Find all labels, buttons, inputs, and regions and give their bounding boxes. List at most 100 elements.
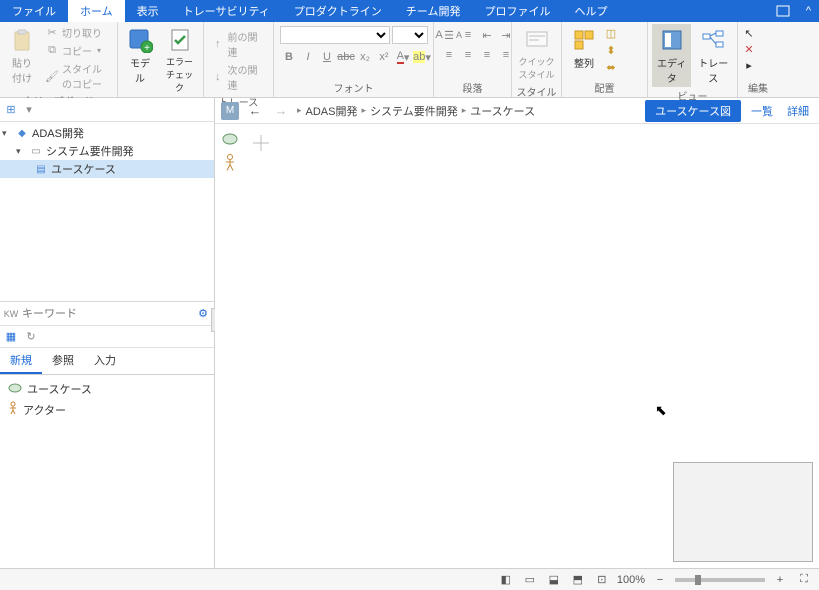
- align-center-button[interactable]: ≡: [459, 46, 477, 64]
- view-list-link[interactable]: 一覧: [747, 103, 777, 119]
- superscript-button[interactable]: x²: [375, 48, 393, 66]
- tool-label: ユースケース: [27, 381, 92, 397]
- underline-button[interactable]: U: [318, 48, 336, 66]
- toolbox-refresh-icon[interactable]: ↻: [24, 330, 38, 344]
- tree-row-diagram[interactable]: ▤ ユースケース: [0, 160, 214, 178]
- edit-pointer-icon[interactable]: ▸: [742, 58, 756, 72]
- copy-button[interactable]: ⧉コピー▾: [42, 42, 113, 59]
- diagram-type-badge[interactable]: ユースケース図: [645, 100, 741, 122]
- breadcrumb-item[interactable]: ユースケース: [470, 103, 535, 119]
- tool-actor[interactable]: アクター: [0, 399, 214, 420]
- palette-actor[interactable]: [221, 154, 239, 172]
- menu-help[interactable]: ヘルプ: [562, 0, 619, 22]
- tree-row-root[interactable]: ▾ ◆ ADAS開発: [0, 124, 214, 142]
- font-color-button[interactable]: A▾: [394, 48, 412, 66]
- minimap[interactable]: [673, 462, 813, 562]
- arrange-group-label: 配置: [566, 79, 643, 97]
- italic-button[interactable]: I: [299, 48, 317, 66]
- zoom-thumb[interactable]: [695, 575, 701, 585]
- font-size-select[interactable]: [392, 26, 428, 44]
- palette-usecase[interactable]: [221, 130, 239, 148]
- layout4-icon[interactable]: ⬒: [569, 572, 587, 588]
- zoom-slider[interactable]: [675, 578, 765, 582]
- arrange-op3-icon[interactable]: ⬌: [604, 60, 618, 74]
- tool-usecase[interactable]: ユースケース: [0, 379, 214, 399]
- trace-view-icon: [699, 26, 727, 54]
- menu-view[interactable]: 表示: [125, 0, 171, 22]
- menu-profile[interactable]: プロファイル: [472, 0, 562, 22]
- edit-cursor-icon[interactable]: ↖: [742, 26, 756, 40]
- prev-relation-button[interactable]: ↑前の関連: [208, 28, 269, 60]
- arrange-op2-icon[interactable]: ⬍: [604, 43, 618, 57]
- palette-crosshair[interactable]: [251, 134, 269, 152]
- layout1-icon[interactable]: ◧: [497, 572, 515, 588]
- check-icon: [166, 26, 194, 54]
- toolbox-icon[interactable]: ▦: [4, 330, 18, 344]
- subscript-button[interactable]: x₂: [356, 48, 374, 66]
- breadcrumb-bar: M ← → ▸ ADAS開発 ▸ システム要件開発 ▸ ユースケース ユースケー…: [215, 98, 819, 124]
- breadcrumb-item[interactable]: システム要件開発: [370, 103, 458, 119]
- search-input[interactable]: [22, 308, 192, 320]
- number-list-button[interactable]: ≡: [459, 26, 477, 44]
- zoom-label: 100%: [617, 574, 645, 586]
- mouse-cursor-icon: ⬉: [655, 402, 667, 419]
- layout2-icon[interactable]: ▭: [521, 572, 539, 588]
- trace-view-button[interactable]: トレース: [693, 24, 733, 87]
- tree-tool2-icon[interactable]: ▾: [22, 103, 36, 117]
- align-left-button[interactable]: ≡: [440, 46, 458, 64]
- forward-button[interactable]: →: [271, 101, 291, 121]
- paragraph-group-label: 段落: [438, 79, 507, 97]
- window-icon[interactable]: [768, 0, 798, 22]
- highlight-button[interactable]: ab▾: [413, 48, 431, 66]
- arrange-op1-icon[interactable]: ◫: [604, 26, 618, 40]
- menu-home[interactable]: ホーム: [68, 0, 125, 22]
- model-tree: ▾ ◆ ADAS開発 ▾ ▭ システム要件開発 ▤ ユースケース: [0, 122, 214, 302]
- model-button[interactable]: + モデル: [122, 24, 158, 87]
- font-family-select[interactable]: [280, 26, 390, 44]
- menu-file[interactable]: ファイル: [0, 0, 68, 22]
- tab-input[interactable]: 入力: [84, 348, 126, 374]
- main-area: ⊞ ▾ ▾ ◆ ADAS開発 ▾ ▭ システム要件開発 ▤ ユースケース KW …: [0, 98, 819, 568]
- style-copy-button[interactable]: 🖌スタイルのコピー: [42, 60, 113, 92]
- menu-team[interactable]: チーム開発: [394, 0, 473, 22]
- strike-button[interactable]: abc: [337, 48, 355, 66]
- expander-icon[interactable]: ▾: [16, 146, 26, 157]
- zoom-out-button[interactable]: −: [651, 572, 669, 588]
- edit-close-icon[interactable]: ✕: [742, 42, 756, 56]
- cut-button[interactable]: ✂切り取り: [42, 24, 113, 41]
- outdent-button[interactable]: ⇤: [478, 26, 496, 44]
- align-right-button[interactable]: ≡: [478, 46, 496, 64]
- bold-button[interactable]: B: [280, 48, 298, 66]
- zoom-in-button[interactable]: +: [771, 572, 789, 588]
- bullet-list-button[interactable]: ☰: [440, 26, 458, 44]
- left-panel: ⊞ ▾ ▾ ◆ ADAS開発 ▾ ▭ システム要件開発 ▤ ユースケース KW …: [0, 98, 215, 568]
- up-arrow-icon: ↑: [211, 37, 224, 51]
- editor-button[interactable]: エディタ: [652, 24, 691, 87]
- paste-button[interactable]: 貼り付け: [4, 24, 40, 87]
- menu-traceability[interactable]: トレーサビリティ: [171, 0, 282, 22]
- tab-reference[interactable]: 参照: [42, 348, 84, 374]
- quick-style-button[interactable]: クイック スタイル: [516, 24, 557, 83]
- layout3-icon[interactable]: ⬓: [545, 572, 563, 588]
- usecase-icon: [8, 383, 22, 396]
- next-relation-button[interactable]: ↓次の関連: [208, 61, 269, 93]
- menu-productline[interactable]: プロダクトライン: [282, 0, 394, 22]
- fit-screen-icon[interactable]: ⛶: [795, 572, 813, 588]
- collapse-ribbon-icon[interactable]: ^: [798, 0, 819, 22]
- error-check-button[interactable]: エラーチェック: [160, 24, 199, 96]
- tree-tool1-icon[interactable]: ⊞: [4, 103, 18, 117]
- actor-icon: [8, 401, 18, 418]
- diagram-canvas[interactable]: ⬉: [215, 124, 819, 568]
- expander-icon[interactable]: ▾: [2, 128, 12, 139]
- breadcrumb-m-badge[interactable]: M: [221, 102, 239, 120]
- align-button[interactable]: 整列: [566, 24, 602, 72]
- layout5-icon[interactable]: ⊡: [593, 572, 611, 588]
- chevron-icon: ▸: [297, 105, 302, 116]
- tree-row-package[interactable]: ▾ ▭ システム要件開発: [0, 142, 214, 160]
- tab-new[interactable]: 新規: [0, 348, 42, 374]
- search-filter-icon[interactable]: ⚙: [196, 307, 210, 321]
- view-detail-link[interactable]: 詳細: [783, 103, 813, 119]
- breadcrumb-item[interactable]: ADAS開発: [306, 103, 358, 119]
- back-button[interactable]: ←: [245, 101, 265, 121]
- menubar: ファイル ホーム 表示 トレーサビリティ プロダクトライン チーム開発 プロファ…: [0, 0, 819, 22]
